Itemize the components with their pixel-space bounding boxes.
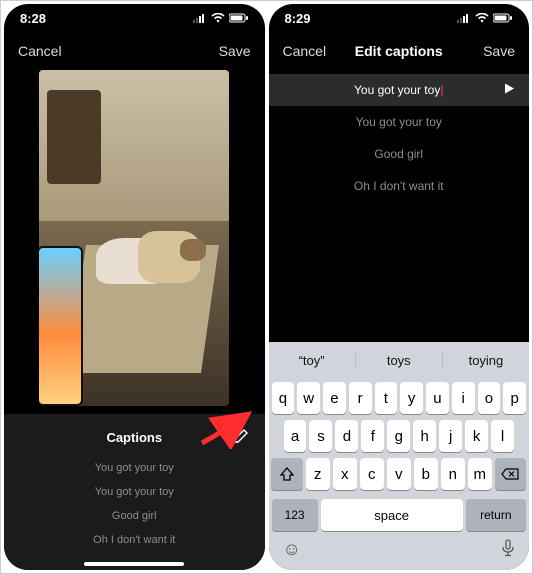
key-f[interactable]: f xyxy=(361,420,384,452)
status-bar: 8:29 xyxy=(269,4,530,32)
key-s[interactable]: s xyxy=(309,420,332,452)
key-t[interactable]: t xyxy=(375,382,398,414)
key-l[interactable]: l xyxy=(491,420,514,452)
shift-icon xyxy=(280,467,294,481)
key-y[interactable]: y xyxy=(400,382,423,414)
video-preview[interactable] xyxy=(39,70,229,406)
status-icons xyxy=(193,13,249,23)
status-icons xyxy=(457,13,513,23)
key-d[interactable]: d xyxy=(335,420,358,452)
status-bar: 8:28 xyxy=(4,4,265,32)
key-b[interactable]: b xyxy=(414,458,438,490)
caption-text: Oh I don't want it xyxy=(354,179,444,193)
wifi-icon xyxy=(475,13,489,23)
key-x[interactable]: x xyxy=(333,458,357,490)
suggestion[interactable]: “toy” xyxy=(269,353,356,368)
video-preview-area xyxy=(4,70,265,414)
suggestion[interactable]: toys xyxy=(356,353,443,368)
caption-edit-row[interactable]: Oh I don't want it xyxy=(269,170,530,202)
key-numbers[interactable]: 123 xyxy=(272,499,318,531)
key-z[interactable]: z xyxy=(306,458,330,490)
keyboard-row-1: q w e r t y u i o p xyxy=(272,382,527,414)
key-h[interactable]: h xyxy=(413,420,436,452)
cancel-button[interactable]: Cancel xyxy=(283,43,327,59)
caption-text: You got your toy xyxy=(354,83,440,97)
phone-left: 8:28 Cancel Save Captions xyxy=(4,4,265,570)
keyboard-footer: ☺ xyxy=(269,535,530,570)
key-a[interactable]: a xyxy=(284,420,307,452)
keyboard-row-3: z x c v b n m xyxy=(272,458,527,490)
clock: 8:29 xyxy=(285,11,311,26)
play-icon[interactable] xyxy=(503,83,515,98)
suggestion-bar: “toy” toys toying xyxy=(269,342,530,378)
phone-right: 8:29 Cancel Edit captions Save You got y… xyxy=(269,4,530,570)
wifi-icon xyxy=(211,13,225,23)
emoji-icon[interactable]: ☺ xyxy=(283,539,301,562)
caption-text: Good girl xyxy=(374,147,423,161)
key-p[interactable]: p xyxy=(503,382,526,414)
signal-icon xyxy=(457,13,471,23)
text-cursor: | xyxy=(440,83,443,97)
home-indicator[interactable] xyxy=(84,562,184,566)
key-shift[interactable] xyxy=(271,458,302,490)
caption-line[interactable]: You got your toy xyxy=(18,480,251,504)
key-r[interactable]: r xyxy=(349,382,372,414)
backspace-icon xyxy=(501,468,519,480)
captions-header: Captions xyxy=(18,424,251,450)
captions-title: Captions xyxy=(106,430,162,445)
caption-line[interactable]: You got your toy xyxy=(18,456,251,480)
caption-line[interactable]: Good girl xyxy=(18,504,251,528)
key-g[interactable]: g xyxy=(387,420,410,452)
battery-icon xyxy=(229,13,249,23)
key-k[interactable]: k xyxy=(465,420,488,452)
page-title: Edit captions xyxy=(355,43,443,59)
key-v[interactable]: v xyxy=(387,458,411,490)
caption-text: You got your toy xyxy=(356,115,442,129)
caption-edit-row[interactable]: You got your toy xyxy=(269,106,530,138)
key-e[interactable]: e xyxy=(323,382,346,414)
key-j[interactable]: j xyxy=(439,420,462,452)
key-n[interactable]: n xyxy=(441,458,465,490)
captions-panel: Captions You got your toy You got your t… xyxy=(4,414,265,570)
key-u[interactable]: u xyxy=(426,382,449,414)
dictation-icon[interactable] xyxy=(501,539,515,562)
key-c[interactable]: c xyxy=(360,458,384,490)
key-o[interactable]: o xyxy=(478,382,501,414)
key-q[interactable]: q xyxy=(272,382,295,414)
clock: 8:28 xyxy=(20,11,46,26)
cancel-button[interactable]: Cancel xyxy=(18,43,62,59)
keyboard: “toy” toys toying q w e r t y u i o p xyxy=(269,342,530,570)
key-i[interactable]: i xyxy=(452,382,475,414)
suggestion[interactable]: toying xyxy=(443,353,529,368)
signal-icon xyxy=(193,13,207,23)
caption-edit-list: You got your toy| You got your toy Good … xyxy=(269,70,530,342)
battery-icon xyxy=(493,13,513,23)
keyboard-row-2: a s d f g h j k l xyxy=(272,420,527,452)
comparison-frame: 8:28 Cancel Save Captions xyxy=(0,0,533,574)
nav-bar: Cancel Edit captions Save xyxy=(269,32,530,70)
save-button[interactable]: Save xyxy=(483,43,515,59)
key-space[interactable]: space xyxy=(321,499,463,531)
save-button[interactable]: Save xyxy=(219,43,251,59)
key-w[interactable]: w xyxy=(297,382,320,414)
caption-line[interactable]: Oh I don't want it xyxy=(18,528,251,552)
nav-bar: Cancel Save xyxy=(4,32,265,70)
key-m[interactable]: m xyxy=(468,458,492,490)
edit-captions-icon[interactable] xyxy=(233,426,251,444)
key-backspace[interactable] xyxy=(495,458,526,490)
caption-edit-row[interactable]: Good girl xyxy=(269,138,530,170)
key-return[interactable]: return xyxy=(466,499,526,531)
caption-edit-row[interactable]: You got your toy| xyxy=(269,74,530,106)
keyboard-row-bottom: 123 space return xyxy=(269,499,530,535)
